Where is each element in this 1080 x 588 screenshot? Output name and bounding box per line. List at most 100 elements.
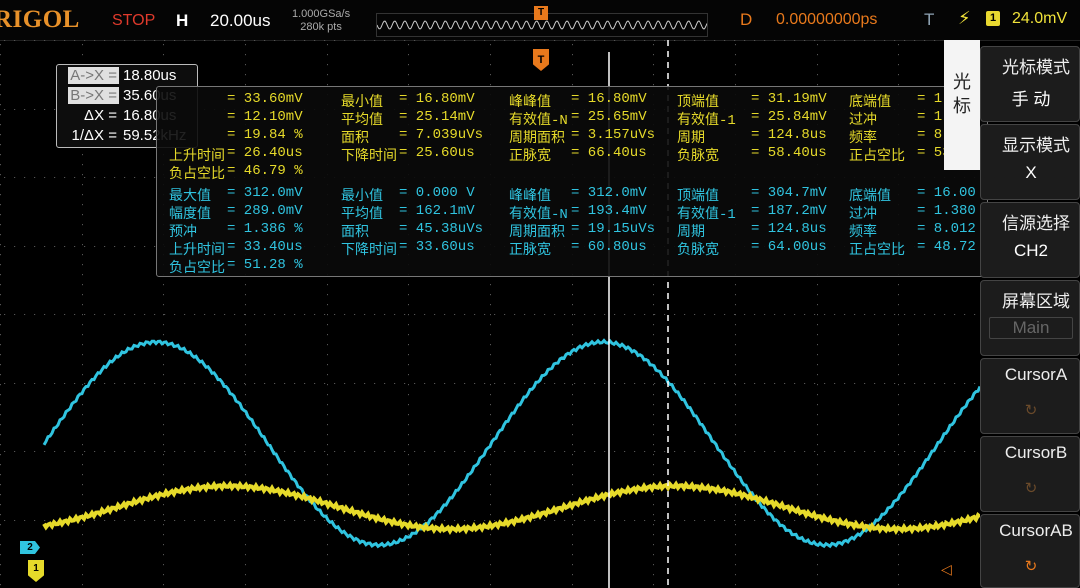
measurement-label: 上升时间 (169, 243, 225, 259)
measurement-value: = 19.84 % (227, 127, 303, 143)
sample-rate: 1.000GSa/s (292, 8, 351, 20)
measurement-label: 预冲 (169, 225, 197, 241)
menu-source-select[interactable]: 信源选择 CH2 (980, 202, 1080, 278)
measurement-value: = 12.10mV (227, 109, 303, 125)
measurement-value: = 66.40us (571, 145, 647, 161)
ch1-measurement-row: = 12.10mV 平均值 = 25.14mV 有效值-N = 25.65mV 有效值-1… (157, 109, 987, 129)
cursor-a-title: CursorA (1004, 365, 1068, 384)
knob-icon: ↻ (1024, 480, 1038, 497)
delay-label: D (740, 10, 753, 29)
measurement-label: 过冲 (849, 207, 877, 223)
measurement-value: = 26.40us (227, 145, 303, 161)
measurement-value: = 25.60us (399, 145, 475, 161)
ch1-measurement-row: 负占空比 = 46.79 % (157, 163, 987, 183)
measurement-label: 周期 (677, 131, 705, 147)
knob-icon: ↻ (1024, 402, 1038, 419)
measurement-value: = 33.60mV (227, 91, 303, 107)
measurement-label: 正脉宽 (509, 243, 551, 259)
menu-cursor-ab[interactable]: CursorAB ↻ (980, 514, 1080, 588)
acquisition-info: 1.000GSa/s 280k pts (292, 8, 350, 34)
top-status-bar: RIGOL STOP H 20.00us 1.000GSa/s 280k pts… (0, 0, 1080, 41)
measurement-label: 平均值 (341, 113, 383, 129)
menu-cursor-a[interactable]: CursorA ↻ (980, 358, 1080, 434)
measurement-value: = 64.00us (751, 239, 827, 255)
measurement-label: 幅度值 (169, 207, 211, 223)
menu-cursor-b[interactable]: CursorB ↻ (980, 436, 1080, 512)
source-select-value: CH2 (1013, 241, 1048, 260)
measurement-label: 周期 (677, 225, 705, 241)
measurement-value: = 1 (917, 109, 943, 125)
measurement-value: = 19.15uVs (571, 221, 656, 237)
trigger-edge-icon: ⚡ (958, 8, 971, 28)
measurement-value: = 312.0mV (227, 185, 303, 201)
measurement-label: 正占空比 (849, 243, 905, 259)
ch2-measurement-row: 幅度值 = 289.0mV 平均值 = 162.1mV 有效值-N = 193.4mV 有效… (157, 203, 987, 223)
cursor-row-a: A->X = 18.80us (57, 67, 197, 87)
measurement-label: 底端值 (849, 189, 891, 205)
ch1-measurement-row: = 19.84 % 面积 = 7.039uVs 周期面积 = 3.157uVs 周期 = 1… (157, 127, 987, 147)
ch2-measurement-row: 上升时间 = 33.40us 下降时间 = 33.60us 正脉宽 = 60.80us 负脉… (157, 239, 987, 259)
measurement-value: = 16.80mV (571, 91, 647, 107)
ch1-measurement-row: = 33.60mV 最小值 = 16.80mV 峰峰值 = 16.80mV 顶端值 = 31… (157, 91, 987, 111)
menu-cursor-mode[interactable]: 光标模式 手 动 (980, 46, 1080, 122)
measurement-label: 有效值-N (509, 207, 568, 223)
trigger-level-value[interactable]: 24.0mV (1012, 10, 1067, 28)
measurement-label: 峰峰值 (509, 95, 551, 111)
memory-depth: 280k pts (300, 21, 342, 33)
inverse-delta-x-label: 1/ΔX = (71, 127, 117, 144)
measurement-value: = 33.60us (399, 239, 475, 255)
trigger-level-marker[interactable]: ◁ (941, 561, 965, 577)
ch2-measurement-row: 最大值 = 312.0mV 最小值 = 0.000 V 峰峰值 = 312.0mV 顶端值 =… (157, 185, 987, 205)
cursor-a-label: A->X = (68, 67, 119, 84)
measurement-value: = 25.84mV (751, 109, 827, 125)
measurement-label: 最大值 (169, 189, 211, 205)
source-select-title: 信源选择 (1002, 214, 1070, 233)
measurement-value: = 51.28 % (227, 257, 303, 273)
menu-display-mode[interactable]: 显示模式 X (980, 124, 1080, 200)
measurement-value: = 124.8us (751, 127, 827, 143)
display-mode-value: X (1025, 163, 1037, 182)
screen-region-value: Main (989, 317, 1073, 339)
measurement-label: 顶端值 (677, 95, 719, 111)
cursor-a-value: 18.80us (123, 67, 177, 84)
measurement-value: = 58.40us (751, 145, 827, 161)
knob-icon: ↻ (1024, 558, 1038, 575)
cursor-b-title: CursorB (1004, 443, 1068, 462)
cursor-mode-title: 光标模式 (1002, 58, 1070, 77)
measurement-value: = 16.80mV (399, 91, 475, 107)
measurement-value: = 312.0mV (571, 185, 647, 201)
horizontal-label: H (176, 11, 189, 30)
measurement-label: 面积 (341, 225, 369, 241)
cursor-b-label: B->X = (68, 87, 119, 104)
ch1-waveform (42, 480, 980, 535)
cursor-menu: 光标 光标模式 手 动 显示模式 X 信源选择 CH2 屏幕区域 Main Cu… (944, 40, 1080, 588)
measurement-value: = 3.157uVs (571, 127, 656, 143)
measurement-label: 有效值-1 (677, 207, 736, 223)
menu-title: 光标 (944, 40, 980, 170)
measurement-label: 正占空比 (849, 149, 905, 165)
trigger-position-marker[interactable]: T (534, 6, 548, 20)
cursor-mode-value: 手 动 (1011, 90, 1051, 109)
delay-value[interactable]: 0.00000000ps (776, 11, 877, 29)
run-stop-status[interactable]: STOP (112, 12, 155, 30)
menu-screen-region[interactable]: 屏幕区域 Main (980, 280, 1080, 356)
measurement-value: = 7.039uVs (399, 127, 484, 143)
measurement-label: 顶端值 (677, 189, 719, 205)
measurement-value: = 0.000 V (399, 185, 475, 201)
measurement-value: = 33.40us (227, 239, 303, 255)
display-mode-title: 显示模式 (1002, 136, 1070, 155)
measurement-value: = 289.0mV (227, 203, 303, 219)
ch2-measurement-row: 预冲 = 1.386 % 面积 = 45.38uVs 周期面积 = 19.15uVs 周期 =… (157, 221, 987, 241)
measurement-value: = 8 (917, 127, 943, 143)
measurement-value: = 304.7mV (751, 185, 827, 201)
measurement-label: 频率 (849, 131, 877, 147)
measurement-value: = 45.38uVs (399, 221, 484, 237)
measurement-label: 有效值-1 (677, 113, 736, 129)
measurement-label: 频率 (849, 225, 877, 241)
timebase-value[interactable]: 20.00us (210, 11, 271, 31)
measurement-value: = 60.80us (571, 239, 647, 255)
measurement-label: 有效值-N (509, 113, 568, 129)
measurement-table: = 33.60mV 最小值 = 16.80mV 峰峰值 = 16.80mV 顶端值 = 31… (156, 86, 988, 277)
measurement-value: = 124.8us (751, 221, 827, 237)
measurement-label: 负占空比 (169, 261, 225, 277)
